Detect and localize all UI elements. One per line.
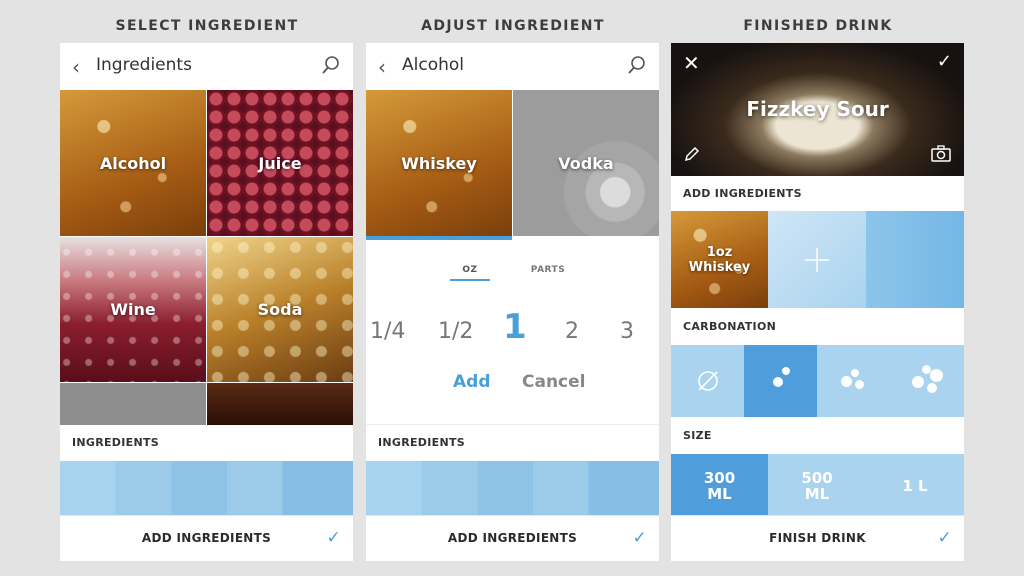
add-ingredient-button[interactable]	[768, 211, 866, 308]
tile-juice[interactable]: Juice	[207, 90, 353, 236]
tile-label: Soda	[257, 300, 303, 319]
drink-hero: ✕ ✓ Fizzkey Sour	[671, 43, 964, 176]
tile-wine[interactable]: Wine	[60, 237, 206, 382]
header-title: Ingredients	[96, 55, 192, 75]
tile-more[interactable]	[60, 383, 206, 425]
bubble-icon	[930, 369, 943, 382]
size-option-1l[interactable]: 1 L	[866, 454, 964, 517]
ingredients-strip	[60, 461, 353, 516]
amount-option[interactable]: 2	[565, 319, 579, 344]
tile-vodka[interactable]: Vodka	[513, 90, 659, 236]
check-icon[interactable]: ✓	[632, 516, 647, 561]
screen-title-adjust: ADJUST INGREDIENT	[421, 18, 605, 34]
finished-drink-screen: ✕ ✓ Fizzkey Sour ADD INGREDIENTS 1oz Whi…	[671, 43, 964, 561]
size-number: 300	[703, 468, 736, 487]
size-number: 1 L	[902, 476, 928, 495]
back-icon[interactable]: ‹	[72, 55, 80, 79]
section-label-carbonation: CARBONATION	[671, 308, 964, 345]
check-icon[interactable]: ✓	[326, 516, 341, 561]
size-option-300ml[interactable]: 300 ML	[671, 454, 768, 517]
drink-name[interactable]: Fizzkey Sour	[671, 97, 964, 121]
bubble-icon	[912, 376, 924, 388]
selected-indicator	[366, 236, 512, 240]
bubble-icon	[782, 367, 790, 375]
add-ingredients-button[interactable]: ADD INGREDIENTS ✓	[366, 515, 659, 561]
size-option-500ml[interactable]: 500 ML	[768, 454, 866, 517]
section-label-size: SIZE	[671, 417, 964, 454]
plus-icon	[805, 247, 829, 272]
tile-whiskey[interactable]: Whiskey	[366, 90, 512, 236]
size-unit: ML	[804, 484, 830, 503]
carbonation-none[interactable]	[671, 345, 744, 417]
carbonation-medium[interactable]	[817, 345, 890, 417]
carbonation-high[interactable]	[890, 345, 964, 417]
carbonation-low[interactable]	[744, 345, 817, 417]
tile-label: Alcohol	[99, 153, 167, 173]
amount-option[interactable]: 3	[620, 319, 634, 344]
amount-option-selected[interactable]: 1	[503, 307, 527, 347]
bottom-label: ADD INGREDIENTS	[447, 531, 578, 545]
bubble-icon	[841, 376, 852, 387]
search-icon[interactable]	[627, 55, 647, 79]
add-ingredients-button[interactable]: ADD INGREDIENTS ✓	[60, 515, 353, 561]
header-title: Alcohol	[402, 55, 464, 75]
tile-soda[interactable]: Soda	[207, 237, 353, 382]
back-icon[interactable]: ‹	[378, 55, 386, 79]
close-icon[interactable]: ✕	[683, 51, 700, 75]
tile-label: Wine	[110, 300, 156, 319]
screen-title-select: SELECT INGREDIENT	[115, 18, 299, 34]
section-label-ingredients: INGREDIENTS	[366, 425, 659, 461]
add-button[interactable]: Add	[453, 372, 491, 392]
amount-option[interactable]: 1/4	[370, 319, 405, 344]
header: ‹ Alcohol	[366, 43, 659, 90]
cancel-button[interactable]: Cancel	[522, 372, 585, 392]
header: ‹ Ingredients	[60, 43, 353, 90]
tile-alcohol[interactable]: Alcohol	[60, 90, 206, 236]
search-icon[interactable]	[321, 55, 341, 79]
bottom-label: FINISH DRINK	[769, 531, 866, 545]
empty-ingredient-slot[interactable]	[866, 211, 964, 308]
tab-label: OZ	[462, 265, 478, 275]
section-label-ingredients: INGREDIENTS	[60, 425, 353, 461]
bubble-icon	[773, 377, 783, 387]
finish-drink-button[interactable]: FINISH DRINK ✓	[671, 515, 964, 561]
screen-title-finished: FINISHED DRINK	[743, 18, 893, 34]
check-icon[interactable]: ✓	[937, 516, 952, 561]
tab-parts[interactable]: PARTS	[526, 265, 570, 275]
tab-underline	[450, 279, 490, 281]
ingredient-amount: 1oz	[706, 244, 733, 260]
bottom-label: ADD INGREDIENTS	[141, 531, 272, 545]
ingredients-strip	[366, 461, 659, 516]
check-icon[interactable]: ✓	[937, 51, 952, 72]
pencil-icon[interactable]	[683, 145, 701, 167]
amount-option[interactable]: 1/2	[438, 319, 473, 344]
tab-label: PARTS	[530, 265, 566, 275]
no-bubbles-icon	[697, 371, 718, 391]
select-ingredient-screen: ‹ Ingredients Alcohol Juice Wine Soda IN…	[60, 43, 353, 561]
ingredient-name: Whiskey	[688, 259, 751, 275]
tile-label: Vodka	[558, 153, 614, 173]
size-unit: ML	[707, 484, 732, 503]
tab-oz[interactable]: OZ	[450, 265, 490, 281]
tile-label: Whiskey	[401, 153, 477, 173]
tile-more[interactable]	[207, 383, 353, 425]
size-number: 500	[801, 468, 833, 487]
bubble-icon	[927, 383, 937, 393]
bubble-icon	[851, 369, 859, 377]
tile-label: Juice	[258, 153, 302, 173]
camera-icon[interactable]	[930, 145, 952, 167]
ingredient-tile-whiskey[interactable]: 1oz Whiskey	[671, 211, 768, 308]
section-label-add-ingredients: ADD INGREDIENTS	[671, 176, 964, 211]
bubble-icon	[855, 380, 864, 389]
adjust-ingredient-screen: ‹ Alcohol Whiskey Vodka OZ PARTS 1/4 1/2…	[366, 43, 659, 561]
